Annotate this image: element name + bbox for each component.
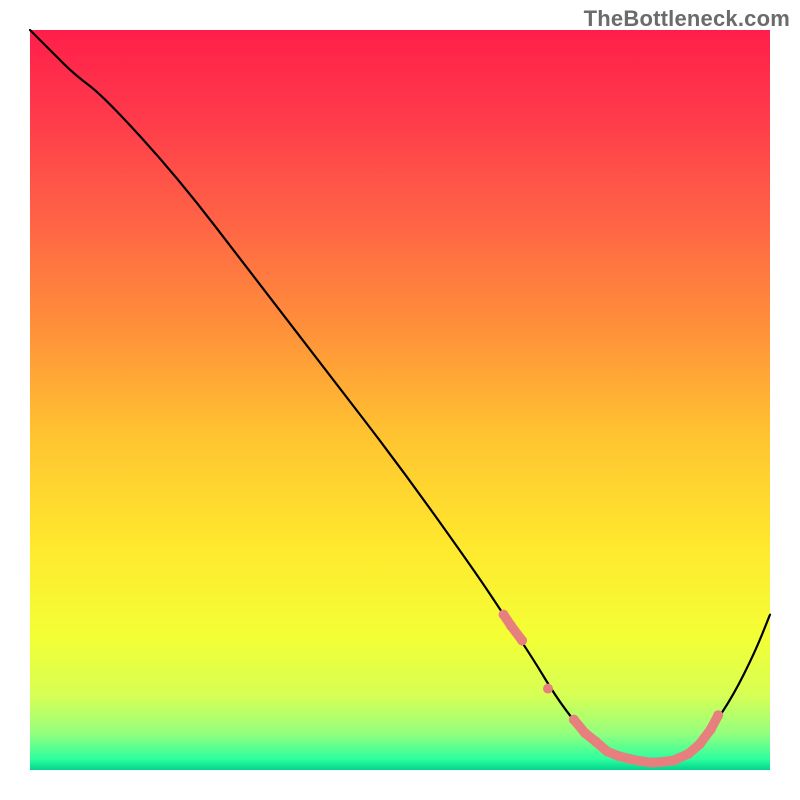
chart-stage: TheBottleneck.com (0, 0, 800, 800)
bottleneck-curve (30, 30, 770, 762)
highlight-dot (517, 636, 527, 646)
highlight-dot (543, 684, 553, 694)
watermark-text: TheBottleneck.com (584, 6, 790, 32)
highlight-dot (713, 710, 723, 720)
highlight-dots (499, 610, 724, 768)
curve-layer (30, 30, 770, 770)
plot-area (30, 30, 770, 770)
